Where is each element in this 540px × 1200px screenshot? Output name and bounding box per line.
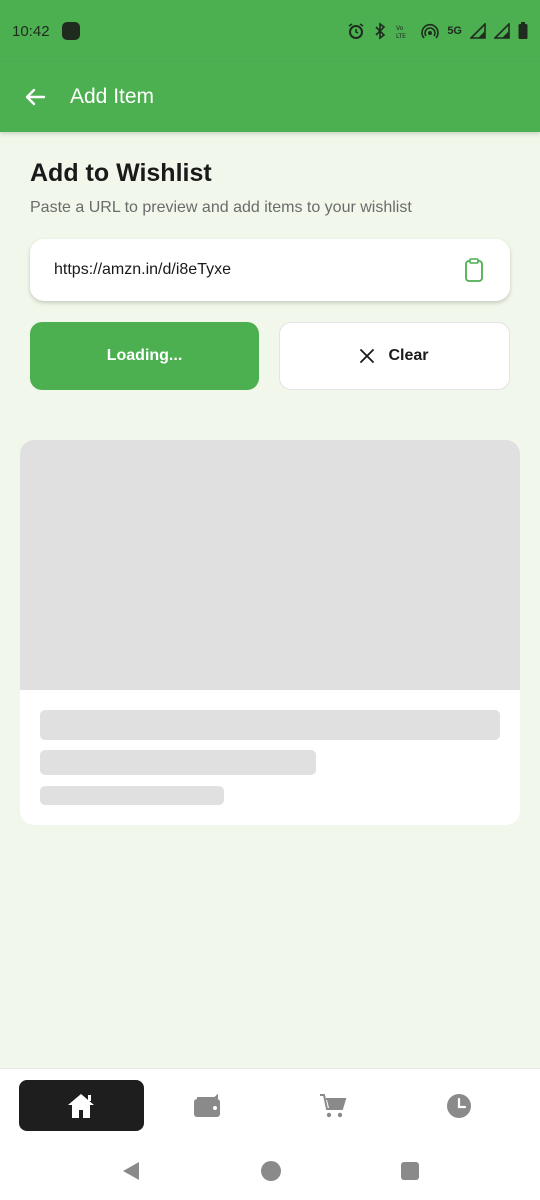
preview-card-skeleton xyxy=(20,440,520,825)
signal-icon-2 xyxy=(494,23,510,39)
square-recents-icon xyxy=(401,1162,419,1180)
nav-home[interactable] xyxy=(18,1080,144,1131)
cart-icon xyxy=(320,1093,347,1117)
page-subtitle: Paste a URL to preview and add items to … xyxy=(30,199,412,216)
close-icon xyxy=(360,349,375,363)
skeleton-image xyxy=(20,440,520,690)
nav-wallet[interactable] xyxy=(145,1080,270,1131)
bottom-nav xyxy=(0,1068,540,1142)
clear-button-label: Clear xyxy=(388,347,429,364)
app-bar: Add Item xyxy=(0,62,540,132)
system-back-button[interactable] xyxy=(120,1160,142,1182)
page-title: Add to Wishlist xyxy=(30,159,212,187)
system-home-button[interactable] xyxy=(260,1160,282,1182)
skeleton-line-title xyxy=(40,710,500,740)
clock-icon xyxy=(447,1093,471,1118)
alarm-icon xyxy=(347,22,365,40)
bluetooth-icon xyxy=(373,22,387,40)
nav-history[interactable] xyxy=(397,1080,522,1131)
hotspot-icon xyxy=(421,22,440,40)
clipboard-icon xyxy=(465,258,483,282)
notification-icon xyxy=(61,22,80,40)
load-preview-button[interactable]: Loading... xyxy=(30,322,259,390)
clear-button[interactable]: Clear xyxy=(279,322,510,390)
svg-text:Vo: Vo xyxy=(396,25,404,32)
triangle-back-icon xyxy=(123,1162,139,1180)
system-nav xyxy=(0,1142,540,1200)
nav-cart[interactable] xyxy=(271,1080,396,1131)
url-field-container xyxy=(30,239,510,301)
status-time: 10:42 xyxy=(12,22,50,40)
app-title: Add Item xyxy=(70,85,155,108)
home-icon xyxy=(68,1093,94,1118)
back-button[interactable] xyxy=(0,62,70,132)
wallet-icon xyxy=(194,1093,220,1117)
system-recents-button[interactable] xyxy=(400,1161,420,1181)
status-bar: 10:42 Vo LTE 5G xyxy=(0,0,540,62)
skeleton-line-price xyxy=(40,786,224,805)
url-input[interactable] xyxy=(54,261,462,279)
paste-button[interactable] xyxy=(462,258,486,282)
volte-icon: Vo LTE xyxy=(395,22,413,40)
svg-text:LTE: LTE xyxy=(396,33,406,40)
arrow-left-icon xyxy=(25,88,46,106)
battery-icon xyxy=(518,22,528,40)
skeleton-line-subtitle xyxy=(40,750,316,775)
network-type: 5G xyxy=(447,25,462,37)
status-icons: Vo LTE 5G xyxy=(347,22,528,40)
circle-home-icon xyxy=(261,1161,281,1181)
signal-icon xyxy=(470,23,486,39)
